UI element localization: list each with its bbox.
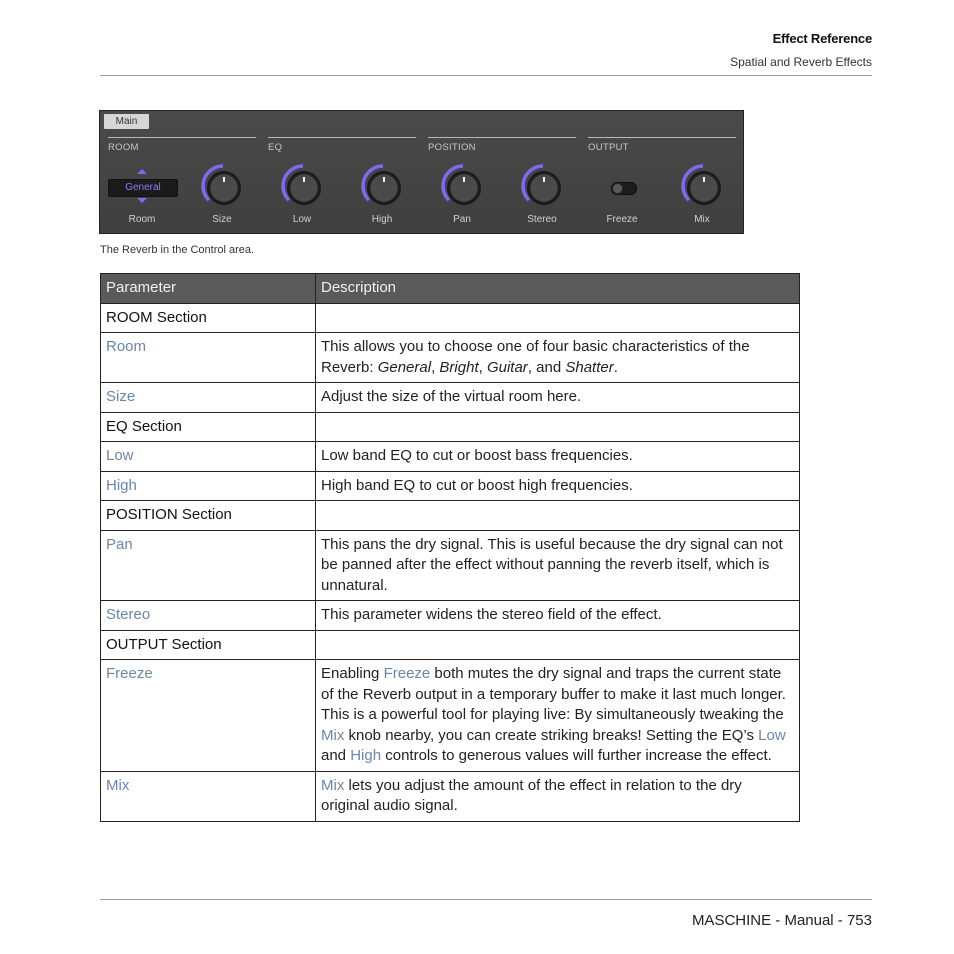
parameter-description: This pans the dry signal. This is useful… — [315, 529, 800, 601]
section-position: POSITION — [428, 137, 576, 153]
empty-cell — [315, 411, 800, 442]
header-title: Effect Reference — [772, 31, 873, 46]
table-row: Freeze Enabling Freeze both mutes the dry… — [100, 659, 800, 772]
parameter-name: High — [100, 470, 316, 501]
inline-parameter-link[interactable]: Freeze — [384, 665, 431, 682]
section-row: EQ Section — [100, 411, 800, 442]
room-selector[interactable]: General — [108, 179, 178, 197]
table-row: Pan This pans the dry signal. This is use… — [100, 529, 800, 601]
arrow-down-icon[interactable] — [137, 198, 147, 203]
table-row: Mix Mix lets you adjust the amount of the… — [100, 770, 800, 822]
footer-rule — [100, 899, 872, 900]
table-row: Room This allows you to choose one of fou… — [100, 332, 800, 383]
parameter-description: Enabling Freeze both mutes the dry signa… — [315, 659, 800, 772]
inline-parameter-link[interactable]: Low — [758, 727, 786, 744]
section-eq: EQ — [268, 137, 416, 153]
control-label-freeze: Freeze — [606, 214, 638, 225]
section-title: POSITION Section — [100, 500, 316, 531]
parameter-link[interactable]: Low — [106, 447, 134, 464]
parameter-link[interactable]: Room — [106, 338, 146, 355]
knob-stereo[interactable] — [520, 163, 566, 209]
parameter-description: Adjust the size of the virtual room here… — [315, 382, 800, 413]
parameter-description: High band EQ to cut or boost high freque… — [315, 470, 800, 501]
parameter-description: Mix lets you adjust the amount of the ef… — [315, 770, 800, 822]
section-room: ROOM — [108, 137, 256, 153]
reverb-control-panel: Main ROOM EQ POSITION OUTPUT General Roo… — [99, 110, 744, 234]
parameter-link[interactable]: Size — [106, 388, 135, 405]
control-label-stereo: Stereo — [527, 214, 557, 225]
figure-caption: The Reverb in the Control area. — [100, 244, 255, 256]
parameter-link[interactable]: Mix — [106, 777, 129, 794]
control-label-mix: Mix — [694, 214, 710, 225]
knob-high[interactable] — [360, 163, 406, 209]
parameter-name: Freeze — [100, 659, 316, 772]
inline-parameter-link[interactable]: Mix — [321, 777, 344, 794]
header-subtitle: Spatial and Reverb Effects — [730, 55, 872, 69]
table-row: Low Low band EQ to cut or boost bass freq… — [100, 441, 800, 472]
empty-cell — [315, 500, 800, 531]
section-label: POSITION — [428, 142, 476, 153]
empty-cell — [315, 302, 800, 333]
parameter-name: Low — [100, 441, 316, 472]
inline-parameter-link[interactable]: High — [350, 747, 381, 764]
toggle-handle — [612, 183, 623, 194]
section-title: ROOM Section — [100, 302, 316, 333]
knob-pan[interactable] — [440, 163, 486, 209]
parameter-description: Low band EQ to cut or boost bass frequen… — [315, 441, 800, 472]
parameter-name: Pan — [100, 529, 316, 601]
table-row: High High band EQ to cut or boost high fr… — [100, 470, 800, 501]
parameter-description: This parameter widens the stereo field o… — [315, 600, 800, 631]
parameter-table: Parameter Description ROOM Section Room Th… — [100, 273, 800, 822]
parameter-description: This allows you to choose one of four ba… — [315, 332, 800, 383]
control-label-pan: Pan — [453, 214, 471, 225]
control-label-high: High — [371, 214, 393, 225]
header-rule — [100, 75, 872, 76]
parameter-name: Mix — [100, 770, 316, 822]
arrow-up-icon[interactable] — [137, 169, 147, 174]
section-row: POSITION Section — [100, 500, 800, 531]
parameter-name: Size — [100, 382, 316, 413]
parameter-link[interactable]: Stereo — [106, 606, 150, 623]
knob-low[interactable] — [280, 163, 326, 209]
section-label: OUTPUT — [588, 142, 629, 153]
inline-parameter-link[interactable]: Mix — [321, 727, 344, 744]
control-label-low: Low — [292, 214, 312, 225]
section-row: ROOM Section — [100, 302, 800, 333]
parameter-name: Stereo — [100, 600, 316, 631]
knob-size[interactable] — [200, 163, 246, 209]
table-row: Size Adjust the size of the virtual room … — [100, 382, 800, 413]
section-title: EQ Section — [100, 411, 316, 442]
knob-mix[interactable] — [680, 163, 726, 209]
main-tab[interactable]: Main — [104, 114, 149, 129]
control-label-room: Room — [128, 214, 156, 225]
freeze-toggle[interactable] — [611, 182, 637, 195]
page-footer: MASCHINE - Manual - 753 — [691, 912, 872, 929]
parameter-name: Room — [100, 332, 316, 383]
parameter-link[interactable]: High — [106, 477, 137, 494]
section-title: OUTPUT Section — [100, 629, 316, 660]
empty-cell — [315, 629, 800, 660]
table-header-row: Parameter Description — [100, 273, 800, 304]
column-header-parameter: Parameter — [100, 273, 316, 304]
parameter-link[interactable]: Freeze — [106, 665, 153, 682]
section-label: EQ — [268, 142, 283, 153]
section-row: OUTPUT Section — [100, 629, 800, 660]
control-label-size: Size — [212, 214, 232, 225]
column-header-description: Description — [315, 273, 800, 304]
parameter-link[interactable]: Pan — [106, 536, 133, 553]
section-output: OUTPUT — [588, 137, 736, 153]
table-row: Stereo This parameter widens the stereo f… — [100, 600, 800, 631]
section-label: ROOM — [108, 142, 139, 153]
